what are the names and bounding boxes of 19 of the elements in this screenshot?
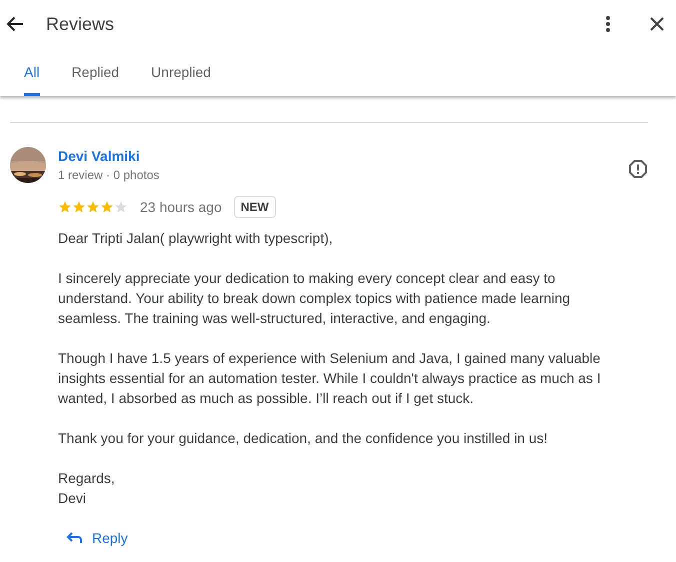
report-icon[interactable] bbox=[628, 159, 648, 179]
review-paragraph: Regards, Devi bbox=[58, 469, 116, 508]
filter-tab[interactable]: Unreplied bbox=[151, 48, 211, 96]
new-badge: NEW bbox=[234, 196, 276, 218]
reviewer-stats: 1 review · 0 photos bbox=[58, 168, 160, 182]
review-paragraph: Dear Tripti Jalan( playwright with typescript), bbox=[58, 229, 334, 248]
review-paragraph: I sincerely appreciate your dedication to making every concept clear and easy to understand. Your ability to break down complex topics with patience made learning seamless. The training was well-structured, interactive, and engaging. bbox=[58, 269, 572, 328]
review-paragraph: Though I have 1.5 years of experience with Selenium and Java, I gained many valuable insights essential for an automation tester. While I couldn't always practice as much as I wanted, I absorbed as much as possible. I’ll reach out if I get stuck. bbox=[58, 349, 602, 408]
filter-tab[interactable]: Replied bbox=[72, 48, 120, 96]
page-title: Reviews bbox=[46, 14, 114, 34]
more-options-icon[interactable] bbox=[606, 16, 610, 32]
reply-button[interactable]: Reply bbox=[58, 524, 136, 552]
filter-tab[interactable]: All bbox=[24, 48, 40, 96]
review-time: 23 hours ago bbox=[140, 199, 222, 215]
reply-arrow-icon bbox=[66, 532, 82, 544]
close-icon[interactable] bbox=[650, 17, 664, 31]
review-paragraph: Thank you for your guidance, dedication, and the confidence you instilled in us! bbox=[58, 429, 549, 448]
reviewer-name[interactable]: Devi Valmiki bbox=[58, 148, 624, 164]
back-arrow-icon[interactable] bbox=[6, 16, 24, 32]
